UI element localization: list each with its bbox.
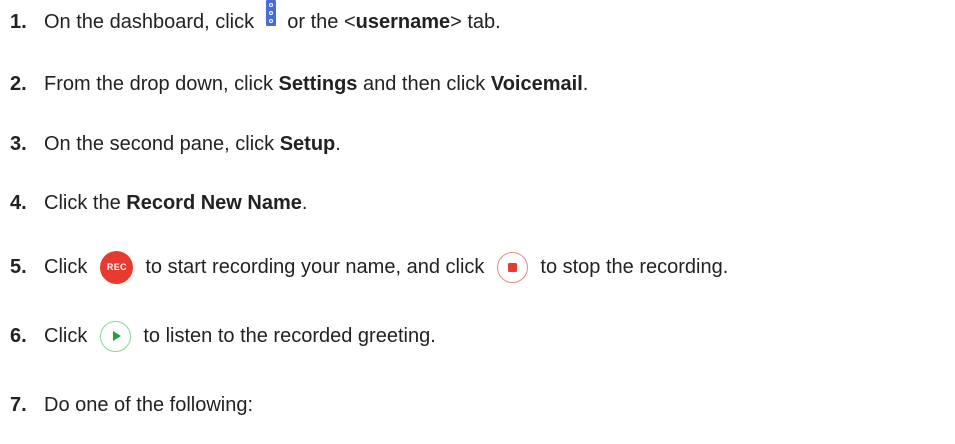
step-text: > tab. [450, 11, 501, 33]
vertical-dots-menu-icon[interactable] [265, 0, 276, 26]
step-text: Click the [44, 192, 127, 214]
step-2: 2. From the drop down, click Settings an… [10, 64, 588, 104]
step-text: Click [44, 256, 88, 278]
step-number: 5. [10, 256, 27, 278]
step-1: 1. On the dashboard, click or the < user… [10, 0, 501, 42]
step-text: From the drop down, click [44, 73, 279, 95]
step-text: On the dashboard, click [44, 11, 260, 33]
step-5: 5. Click REC to start recording your nam… [10, 247, 728, 287]
step-4: 4. Click the Record New Name . [10, 183, 307, 223]
step-text: Do one of the following: [44, 394, 254, 416]
step-emphasis: Setup [279, 133, 336, 155]
step-7: 7. Do one of the following: [10, 385, 253, 425]
rec-label: REC [106, 262, 127, 272]
step-text: to stop the recording. [540, 256, 729, 278]
step-text: and then click [357, 73, 491, 95]
step-number: 3. [10, 133, 27, 155]
stop-icon [508, 262, 518, 272]
step-text: Click [44, 325, 88, 347]
step-emphasis: Voicemail [490, 73, 583, 95]
play-icon [113, 331, 122, 341]
stop-button[interactable] [497, 251, 529, 283]
step-number: 7. [10, 394, 27, 416]
step-number: 4. [10, 192, 27, 214]
step-text: . [582, 73, 589, 95]
step-text: to start recording your name, and click [145, 256, 485, 278]
record-button[interactable]: REC [100, 250, 134, 284]
step-text: . [335, 133, 341, 155]
step-text: or the < [281, 11, 356, 33]
step-3: 3. On the second pane, click Setup . [10, 124, 341, 164]
step-emphasis: Record New Name [126, 192, 302, 214]
step-number: 6. [10, 325, 27, 347]
step-emphasis: username [355, 11, 451, 33]
step-text: to listen to the recorded greeting. [143, 325, 436, 347]
step-number: 1. [10, 11, 27, 33]
step-text: On the second pane, click [44, 133, 280, 155]
play-button[interactable] [100, 320, 132, 352]
step-6: 6. Click to listen to the recorded greet… [10, 316, 436, 356]
step-emphasis: Settings [278, 73, 358, 95]
step-number: 2. [10, 73, 27, 95]
step-text: . [301, 192, 308, 214]
